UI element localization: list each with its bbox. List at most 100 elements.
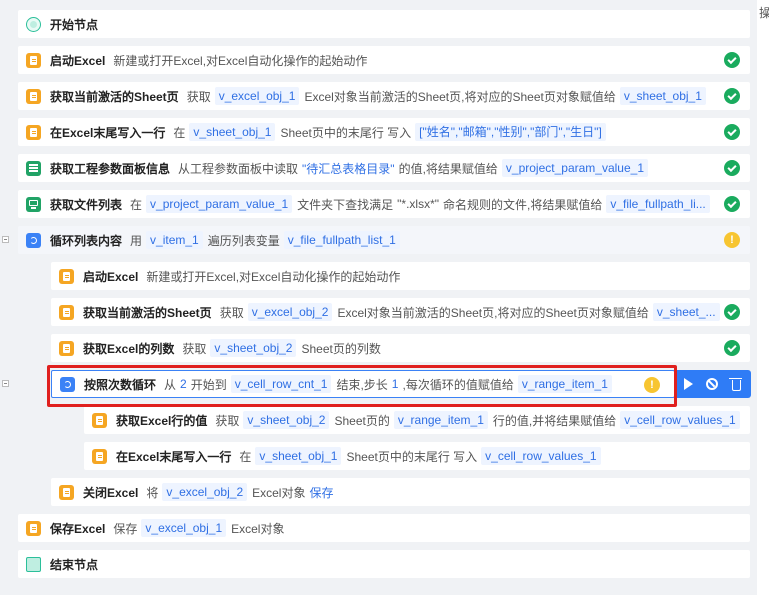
success-check-icon [724,124,740,140]
node-description: 从工程参数面板中读取 [178,161,299,176]
variable-chip[interactable]: ["姓名","邮箱","性别","部门","生日"] [415,123,606,141]
node-description: 获取 [219,305,244,320]
node-description: 获取 [215,413,240,428]
flow-node-get-active-sheet-2[interactable]: 获取当前激活的Sheet页 获取 v_excel_obj_2 Excel对象当前激活的… [51,298,750,326]
node-description: 从 [164,377,177,392]
variable-chip[interactable]: v_file_fullpath_list_1 [283,231,400,249]
disable-icon [706,378,719,390]
node-description: Sheet页中的末尾行 写入 [280,125,412,140]
node-title: 循环列表内容 [50,233,123,248]
node-description: 将 [146,485,159,500]
flow-node-launch-excel-2[interactable]: 启动Excel 新建或打开Excel,对Excel自动化操作的起始动作 [51,262,750,290]
node-title: 在Excel末尾写入一行 [50,125,166,140]
variable-chip[interactable]: v_project_param_value_1 [501,159,648,177]
file-list-icon [26,196,41,212]
flow-canvas: 操 开始节点 启动Excel 新建或打开Excel,对Excel自动化操作的起始动作… [0,0,769,595]
variable-chip[interactable]: v_sheet_obj_1 [619,87,706,105]
node-title: 启动Excel [83,269,139,284]
variable-chip[interactable]: v_range_item_1 [393,411,488,429]
excel-icon [92,448,107,464]
node-description: Excel对象 [231,521,285,536]
node-description: Excel对象当前激活的Sheet页,将对应的Sheet页对象赋值给 [337,305,649,320]
flow-node-append-row-1[interactable]: 在Excel末尾写入一行在 v_sheet_obj_1 Sheet页中的末尾行 写入… [18,118,750,146]
node-title: 获取当前激活的Sheet页 [50,89,179,104]
right-panel-tab[interactable]: 操 [759,4,769,21]
variable-chip[interactable]: v_excel_obj_1 [141,519,227,537]
node-description: 结束,步长 [336,377,388,392]
excel-icon [59,484,74,500]
node-description: 获取 [186,89,211,104]
node-title: 保存Excel [50,521,106,536]
success-check-icon [724,304,740,320]
flow-node-loop-list[interactable]: 循环列表内容用 v_item_1 遍历列表变量 v_file_fullpath_lis… [18,226,750,254]
flow-node-count-loop[interactable]: 按照次数循环从 2 开始到 v_cell_row_cnt_1 结束,步长 1 ,每次循环的值… [51,370,675,398]
variable-chip[interactable]: v_excel_obj_2 [247,303,333,321]
node-description: 开始到 [190,377,227,392]
number-value: 2 [180,377,187,391]
node-description: 在 [130,197,143,212]
success-check-icon [724,340,740,356]
variable-chip[interactable]: v_cell_row_cnt_1 [230,375,332,393]
disable-node-button[interactable] [703,375,721,393]
number-value: 1 [391,377,399,391]
node-description: 在 [173,125,186,140]
variable-chip[interactable]: v_sheet_obj_2 [243,411,330,429]
flow-node-get-column-count[interactable]: 获取Excel的列数 获取 v_sheet_obj_2 Sheet页的列数 [51,334,750,362]
variable-chip[interactable]: v_cell_row_values_1 [481,447,601,465]
node-description: 的值,将结果赋值给 [398,161,498,176]
warning-icon: ! [644,377,660,393]
variable-chip[interactable]: v_file_fullpath_li... [606,195,710,213]
variable-chip[interactable]: v_excel_obj_1 [214,87,300,105]
success-check-icon [724,160,740,176]
node-description: 新建或打开Excel,对Excel自动化操作的起始动作 [113,53,368,68]
variable-chip[interactable]: v_project_param_value_1 [146,195,293,213]
collapse-toggle-loop-list[interactable] [2,236,9,243]
excel-icon [92,412,107,428]
flow-node-get-file-list[interactable]: 获取文件列表在 v_project_param_value_1 文件夹下查找满足 "*… [18,190,750,218]
node-description: Sheet页中的末尾行 写入 [346,449,478,464]
success-check-icon [724,88,740,104]
excel-icon [59,340,74,356]
flow-node-start[interactable]: 开始节点 [18,10,750,38]
node-description: "*.xlsx*" [397,197,439,211]
excel-icon [26,52,41,68]
delete-node-button[interactable] [727,375,745,393]
flow-node-close-excel[interactable]: 关闭Excel 将 v_excel_obj_2 Excel对象 保存 [51,478,750,506]
right-panel-edge [757,0,769,595]
node-title: 在Excel末尾写入一行 [116,449,232,464]
flow-node-get-active-sheet-1[interactable]: 获取当前激活的Sheet页 获取 v_excel_obj_1 Excel对象当前激活的… [18,82,750,110]
variable-chip[interactable]: v_item_1 [146,231,203,249]
flow-node-end[interactable]: 结束节点 [18,550,750,578]
node-description: 保存 [113,521,138,536]
node-description: Sheet页的列数 [301,341,381,356]
run-node-button[interactable] [680,375,698,393]
node-description: 文件夹下查找满足 [297,197,394,212]
collapse-toggle-count-loop[interactable] [2,380,9,387]
flow-node-get-project-param[interactable]: 获取工程参数面板信息 从工程参数面板中读取 "待汇总表格目录" 的值,将结果赋值给 v_… [18,154,750,182]
flow-node-launch-excel-1[interactable]: 启动Excel 新建或打开Excel,对Excel自动化操作的起始动作 [18,46,750,74]
variable-chip[interactable]: v_excel_obj_2 [162,483,248,501]
flow-node-save-excel[interactable]: 保存Excel 保存 v_excel_obj_1 Excel对象 [18,514,750,542]
variable-chip[interactable]: v_sheet_obj_1 [255,447,342,465]
variable-chip[interactable]: v_cell_row_values_1 [620,411,740,429]
end-node-icon [26,556,41,572]
flow-node-append-row-2[interactable]: 在Excel末尾写入一行在 v_sheet_obj_1 Sheet页中的末尾行 写入… [84,442,750,470]
node-title: 获取当前激活的Sheet页 [83,305,212,320]
flow-node-get-row-values[interactable]: 获取Excel行的值 获取 v_sheet_obj_2 Sheet页的 v_range_… [84,406,750,434]
node-title: 获取工程参数面板信息 [50,161,171,176]
node-toolbar [674,370,751,398]
loop-icon [60,376,75,392]
excel-icon [59,304,74,320]
excel-icon [59,268,74,284]
variable-chip[interactable]: v_sheet_obj_2 [210,339,297,357]
variable-chip[interactable]: v_sheet_obj_1 [189,123,276,141]
variable-chip[interactable]: v_range_item_1 [517,375,612,393]
node-title: 获取Excel的列数 [83,341,175,356]
variable-chip[interactable]: v_sheet_... [652,303,720,321]
param-icon [26,160,41,176]
node-title: 关闭Excel [83,485,139,500]
excel-icon [26,520,41,536]
node-title: 结束节点 [50,557,99,572]
node-description: "待汇总表格目录" [302,161,395,176]
node-description: 命名规则的文件,将结果赋值给 [443,197,603,212]
